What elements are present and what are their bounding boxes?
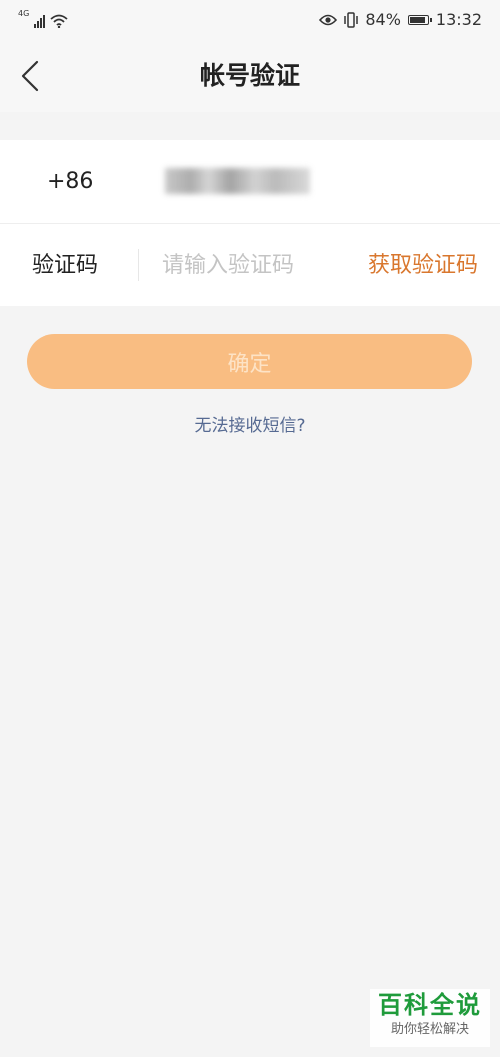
page-title: 帐号验证 — [199, 61, 300, 90]
country-code: +86 — [47, 169, 94, 194]
code-label: 验证码 — [32, 253, 99, 278]
watermark: 百科全说 助你轻松解决 — [370, 989, 490, 1047]
status-bar-right: 84% 13:32 — [319, 10, 482, 29]
chevron-left-icon — [21, 60, 39, 92]
watermark-title: 百科全说 — [378, 991, 482, 1019]
nav-bar: 帐号验证 — [0, 40, 500, 112]
battery-percent: 84% — [365, 10, 401, 29]
wifi-icon — [50, 14, 68, 28]
code-input[interactable] — [152, 244, 352, 286]
eye-icon — [319, 14, 338, 25]
network-type-label: 4G — [18, 9, 30, 18]
watermark-subtitle: 助你轻松解决 — [390, 1022, 469, 1037]
get-code-button[interactable]: 获取验证码 — [368, 224, 478, 307]
phone-row: +86 — [0, 140, 500, 224]
back-button[interactable] — [12, 56, 48, 96]
status-bar: 4G 84% 13:32 — [0, 0, 500, 40]
battery-icon — [407, 14, 432, 25]
no-sms-link[interactable]: 无法接收短信? — [0, 411, 500, 436]
code-row: 验证码 获取验证码 — [0, 224, 500, 307]
signal-icon — [34, 14, 46, 28]
status-bar-left: 4G — [18, 10, 68, 28]
verification-form: +86 验证码 获取验证码 — [0, 140, 500, 306]
vibrate-icon — [344, 11, 359, 28]
field-divider — [138, 249, 139, 281]
confirm-button[interactable]: 确定 — [27, 334, 472, 389]
status-time: 13:32 — [435, 10, 482, 29]
phone-number-field[interactable] — [165, 168, 310, 194]
